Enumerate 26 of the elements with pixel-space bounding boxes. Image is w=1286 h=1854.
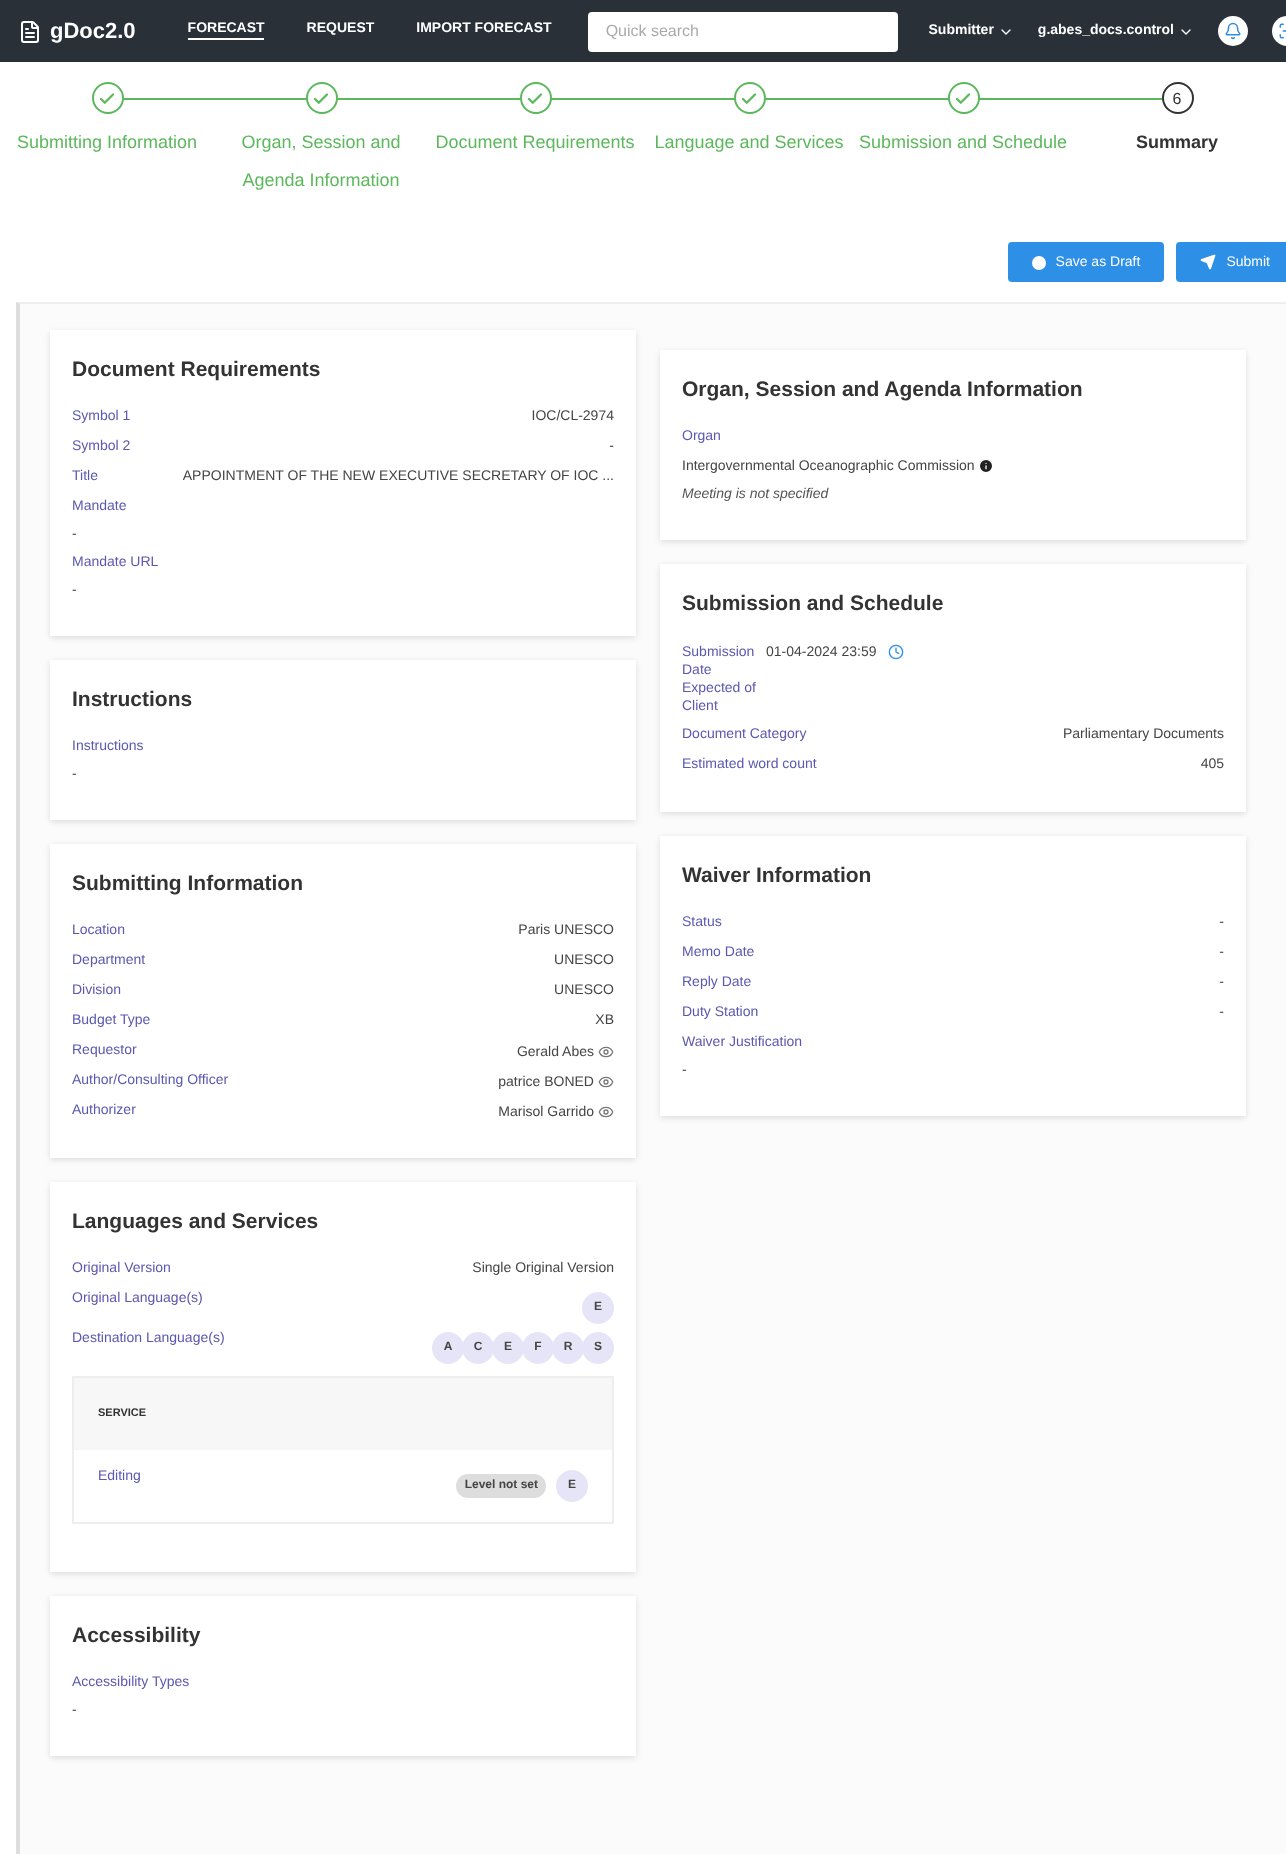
eye-icon[interactable] xyxy=(598,1074,614,1090)
card-title: Submission and Schedule xyxy=(682,592,946,616)
card-title: Organ, Session and Agenda Information xyxy=(682,378,1085,402)
card-title: Accessibility xyxy=(72,1624,203,1648)
step-label[interactable]: Summary xyxy=(1117,124,1237,162)
card-title: Waiver Information xyxy=(682,864,874,888)
card-title: Document Requirements xyxy=(72,358,323,382)
step-indicator[interactable] xyxy=(733,82,765,114)
step-indicator[interactable] xyxy=(91,82,123,114)
card-title: Languages and Services xyxy=(72,1210,321,1234)
app-logo[interactable]: gDoc2.0 xyxy=(50,19,136,43)
bell-icon[interactable] xyxy=(1218,16,1248,46)
dot-icon xyxy=(1031,255,1046,269)
document-icon xyxy=(18,19,42,43)
info-icon[interactable] xyxy=(978,458,995,474)
clock-icon xyxy=(888,644,905,660)
step-indicator[interactable] xyxy=(519,82,551,114)
search-field[interactable]: Quick search xyxy=(587,11,898,51)
step-indicator[interactable]: 6 xyxy=(1161,82,1193,114)
step-indicator[interactable] xyxy=(305,82,337,114)
card-title: Submitting Information xyxy=(72,872,305,896)
eye-icon[interactable] xyxy=(598,1104,614,1120)
send-icon xyxy=(1200,254,1217,270)
step-indicator[interactable] xyxy=(947,82,979,114)
eye-icon[interactable] xyxy=(598,1044,614,1060)
card-title: Instructions xyxy=(72,688,195,712)
